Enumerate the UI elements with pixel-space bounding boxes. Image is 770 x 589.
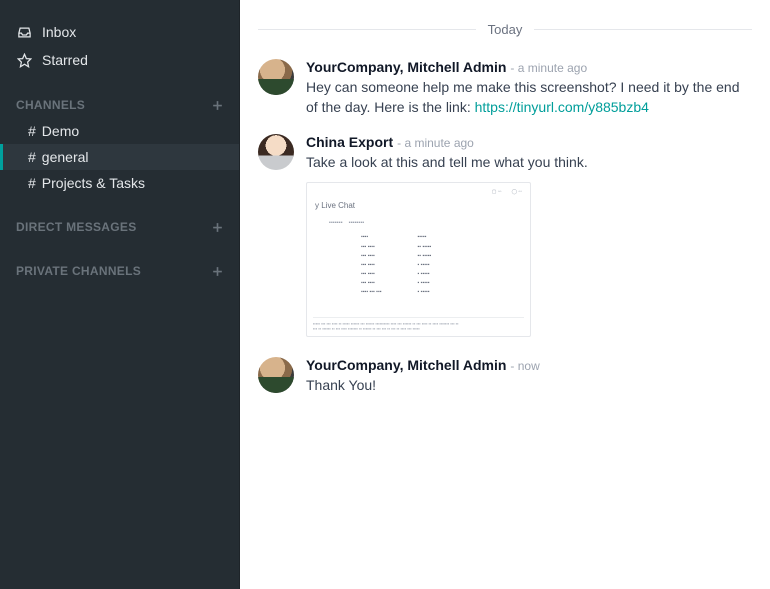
private-header: Private Channels [0, 264, 240, 284]
channel-demo[interactable]: # Demo [0, 118, 240, 144]
avatar[interactable] [258, 59, 294, 95]
direct-header-label: Direct Messages [16, 220, 137, 234]
message-text: Take a look at this and tell me what you… [306, 152, 752, 172]
add-private-button[interactable] [211, 265, 224, 278]
message-attachment[interactable]: ▢ ▫▫◯ ▫▫ y Live Chat ▪▪▪▪▪▪▪ ▪▪▪▪▪▪▪▪ ▪▪… [306, 182, 531, 337]
add-channel-button[interactable] [211, 99, 224, 112]
sidebar-divider [239, 0, 240, 589]
attachment-title: y Live Chat [315, 201, 522, 210]
nav-inbox[interactable]: Inbox [0, 18, 240, 46]
message-body: YourCompany, Mitchell Admin - a minute a… [306, 59, 752, 118]
nav-starred[interactable]: Starred [0, 46, 240, 74]
message-time: - now [510, 359, 539, 373]
message: YourCompany, Mitchell Admin - now Thank … [258, 349, 752, 407]
message-time: - a minute ago [510, 61, 587, 75]
channels-header: Channels [0, 98, 240, 118]
section-direct-messages: Direct Messages [0, 220, 240, 240]
nav-starred-label: Starred [42, 52, 88, 68]
private-header-label: Private Channels [16, 264, 141, 278]
message-link[interactable]: https://tinyurl.com/y885bzb4 [475, 99, 649, 115]
message-text: Thank You! [306, 375, 752, 395]
channel-label: Demo [42, 123, 79, 139]
channels-header-label: Channels [16, 98, 85, 112]
section-private-channels: Private Channels [0, 264, 240, 284]
channel-label: general [42, 149, 89, 165]
chat-main: Today YourCompany, Mitchell Admin - a mi… [240, 0, 770, 589]
message: China Export - a minute ago Take a look … [258, 130, 752, 349]
star-icon [16, 52, 32, 68]
message-text: Hey can someone help me make this screen… [306, 77, 752, 118]
hash-icon: # [28, 123, 36, 139]
sidebar: Inbox Starred Channels # Demo # general … [0, 0, 240, 589]
message-author[interactable]: YourCompany, Mitchell Admin [306, 59, 506, 75]
message-author[interactable]: YourCompany, Mitchell Admin [306, 357, 506, 373]
direct-header: Direct Messages [0, 220, 240, 240]
hash-icon: # [28, 149, 36, 165]
message-time: - a minute ago [397, 136, 474, 150]
channel-general[interactable]: # general [0, 144, 240, 170]
add-direct-button[interactable] [211, 221, 224, 234]
channel-projects-tasks[interactable]: # Projects & Tasks [0, 170, 240, 196]
message-header: China Export - a minute ago [306, 134, 752, 150]
message-author[interactable]: China Export [306, 134, 393, 150]
nav-inbox-label: Inbox [42, 24, 76, 40]
avatar[interactable] [258, 357, 294, 393]
message: YourCompany, Mitchell Admin - a minute a… [258, 55, 752, 130]
section-channels: Channels # Demo # general # Projects & T… [0, 98, 240, 196]
avatar[interactable] [258, 134, 294, 170]
channel-label: Projects & Tasks [42, 175, 145, 191]
message-header: YourCompany, Mitchell Admin - a minute a… [306, 59, 752, 75]
message-header: YourCompany, Mitchell Admin - now [306, 357, 752, 373]
date-divider: Today [258, 22, 752, 37]
message-body: YourCompany, Mitchell Admin - now Thank … [306, 357, 752, 395]
inbox-icon [16, 24, 32, 40]
message-body: China Export - a minute ago Take a look … [306, 134, 752, 337]
date-label: Today [476, 22, 535, 37]
hash-icon: # [28, 175, 36, 191]
